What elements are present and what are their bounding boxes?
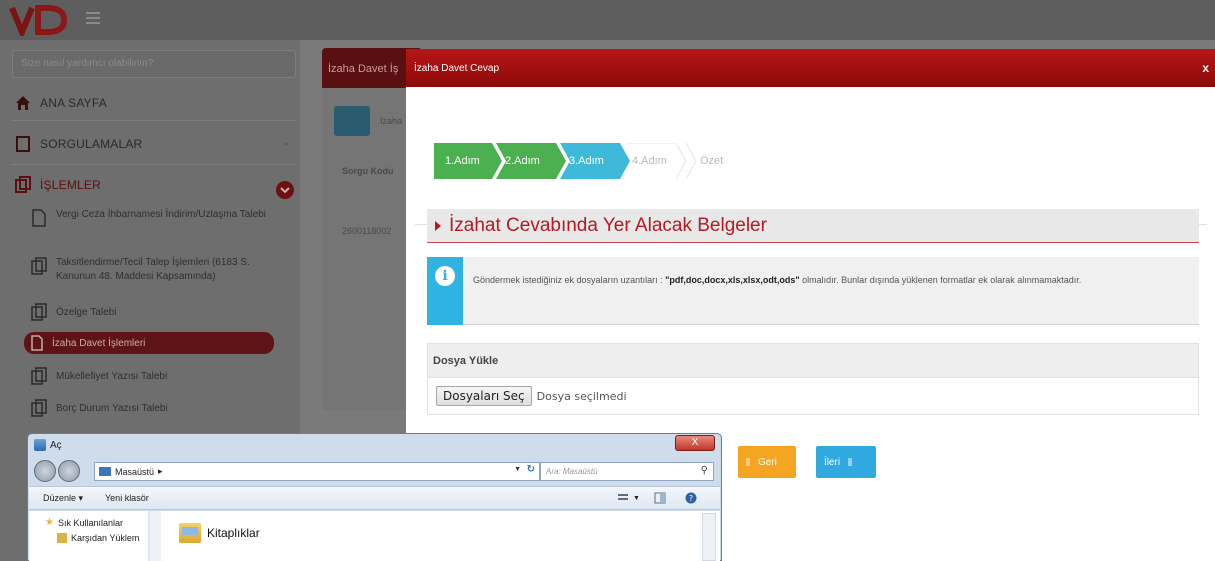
document-icon	[16, 136, 30, 152]
help-icon[interactable]: ?	[685, 492, 697, 504]
home-icon	[16, 96, 30, 110]
new-folder-button[interactable]: Yeni klasör	[105, 493, 149, 503]
menu-toggle-icon[interactable]	[86, 12, 100, 24]
dialog-body: ★ Sık Kullanılanlar Karşıdan Yüklem Kita…	[29, 511, 720, 561]
sidebar-search-input[interactable]: Size nasıl yardımcı olabilirim?	[12, 50, 296, 78]
sidebar-subitem-penalty[interactable]: Vergi Ceza İhbarnamesi İndirim/Uzlaşma T…	[30, 208, 280, 228]
upload-title: Dosya Yükle	[428, 344, 1198, 378]
close-icon[interactable]: x	[1202, 61, 1209, 75]
chevron-right-icon	[848, 458, 853, 466]
forward-arrow-icon[interactable]	[58, 460, 80, 482]
library-icon	[179, 523, 201, 543]
sidebar-item-operations[interactable]: İŞLEMLER	[14, 176, 294, 194]
sidebar-item-queries[interactable]: SORGULAMALAR	[14, 135, 294, 153]
back-button[interactable]: Geri	[738, 446, 796, 478]
dialog-close-button[interactable]: X	[675, 435, 715, 451]
documents-icon	[15, 176, 31, 193]
documents-icon	[31, 367, 47, 385]
back-arrow-icon[interactable]	[34, 460, 56, 482]
sidebar-subitem-label: Borç Durum Yazısı Talebi	[56, 403, 168, 414]
wizard-step-summary: Özet	[700, 155, 724, 167]
info-icon-bg: i	[427, 257, 463, 325]
preview-pane-icon[interactable]	[654, 492, 666, 504]
dropdown-icon[interactable]: ▼	[514, 466, 521, 473]
upload-panel: Dosya Yükle Dosyaları Seç Dosya seçilmed…	[427, 343, 1199, 415]
view-dropdown-icon[interactable]: ▼	[633, 495, 640, 502]
sidebar-subitem-label: Taksitlendirme/Tecil Talep İşlemleri (61…	[56, 257, 250, 282]
view-options-icon[interactable]	[617, 492, 629, 504]
app-icon	[34, 439, 46, 451]
address-text: Masaüstü	[115, 466, 155, 477]
sidebar-item-label: SORGULAMALAR	[40, 137, 143, 151]
file-input[interactable]: Dosyaları Seç Dosya seçilmedi	[428, 378, 1198, 414]
wizard-step-3[interactable]: 3.Adım	[569, 143, 604, 179]
content-scrollbar[interactable]	[702, 513, 716, 561]
address-bar[interactable]: Masaüstü ▸ ▼ ↻	[94, 462, 540, 481]
document-icon	[31, 335, 43, 351]
svg-text:?: ?	[689, 494, 693, 503]
sidebar-subitem-label: Özelge Talebi	[56, 307, 117, 318]
sidebar-item-label: ANA SAYFA	[40, 96, 107, 110]
info-alert: i Göndermek istediğiniz ek dosyaların uz…	[427, 257, 1199, 325]
collapse-chevron-icon[interactable]	[276, 181, 294, 199]
sidebar-subitem-explanation-active[interactable]: İzaha Davet İşlemleri	[24, 332, 274, 354]
column-header: Sorgu Kodu	[342, 166, 394, 176]
folder-icon	[99, 467, 111, 476]
next-button[interactable]: İleri	[816, 446, 876, 478]
wizard-steps: 1.Adım 2.Adım 3.Adım 4.Adım Özet	[415, 87, 1207, 225]
sidebar-subitem-label: Mükellefiyet Yazısı Talebi	[56, 371, 168, 382]
sidebar-subitem-label: Vergi Ceza İhbarnamesi İndirim/Uzlaşma T…	[56, 209, 266, 220]
vd-logo[interactable]	[8, 4, 68, 36]
dialog-title: Aç	[34, 439, 62, 451]
dialog-toolbar: Düzenle ▾ Yeni klasör ▼ ?	[29, 486, 720, 510]
navigation-pane: ★ Sık Kullanılanlar Karşıdan Yüklem	[29, 511, 149, 561]
section-title-text: İzahat Cevabında Yer Alacak Belgeler	[449, 214, 767, 236]
choose-files-button[interactable]: Dosyaları Seç	[436, 386, 532, 406]
sidebar-subitem-liability[interactable]: Mükellefiyet Yazısı Talebi	[30, 366, 280, 386]
back-button-label: Geri	[758, 456, 777, 468]
document-icon	[32, 209, 46, 227]
sidebar-item-home[interactable]: ANA SAYFA	[14, 94, 294, 112]
documents-icon	[31, 303, 47, 321]
top-bar	[0, 0, 1215, 40]
modal-title: İzaha Davet Cevap	[414, 63, 500, 74]
section-title: İzahat Cevabında Yer Alacak Belgeler	[427, 209, 1199, 243]
file-status: Dosya seçilmedi	[536, 389, 627, 403]
tree-item-favorites[interactable]: ★ Sık Kullanılanlar	[45, 517, 123, 528]
organize-menu[interactable]: Düzenle ▾	[43, 493, 83, 504]
modal-header: İzaha Davet Cevap x	[406, 49, 1215, 87]
info-icon	[334, 106, 370, 136]
search-icon: ⚲	[700, 465, 708, 476]
open-file-dialog: Aç X Masaüstü ▸ ▼ ↻ Ara: Masaüstü ⚲ Düze…	[27, 433, 722, 561]
alert-text: Göndermek istediğiniz ek dosyaların uzan…	[473, 275, 1082, 285]
documents-icon	[31, 257, 47, 275]
divider	[12, 164, 296, 165]
navigation-scrollbar[interactable]	[149, 511, 161, 561]
chevron-left-icon	[746, 458, 750, 466]
refresh-icon[interactable]: ↻	[527, 464, 535, 475]
info-icon: i	[435, 266, 455, 286]
caret-right-icon	[435, 220, 441, 231]
wizard-step-4: 4.Adım	[632, 155, 667, 167]
chevron-icon: ⌃	[282, 142, 291, 153]
wizard-step-1[interactable]: 1.Adım	[445, 143, 480, 179]
background-info-text: İzaha	[380, 116, 403, 126]
star-icon: ★	[45, 517, 54, 528]
sidebar-subitem-label: İzaha Davet İşlemleri	[52, 337, 146, 349]
download-folder-icon	[57, 533, 67, 543]
library-item[interactable]: Kitaplıklar	[179, 523, 260, 543]
wizard-step-2[interactable]: 2.Adım	[505, 143, 540, 179]
sidebar-subitem-installment[interactable]: Taksitlendirme/Tecil Talep İşlemleri (61…	[30, 256, 280, 284]
sidebar-subitem-debt-status[interactable]: Borç Durum Yazısı Talebi	[30, 398, 280, 418]
sidebar-subitem-ruling[interactable]: Özelge Talebi	[30, 302, 280, 322]
next-button-label: İleri	[824, 456, 841, 468]
divider	[12, 120, 296, 121]
tree-item-downloads[interactable]: Karşıdan Yüklem	[57, 533, 139, 543]
documents-icon	[31, 399, 47, 417]
address-arrow: ▸	[158, 466, 163, 476]
table-cell: 2600118002	[342, 226, 392, 236]
sidebar-item-label: İŞLEMLER	[40, 178, 101, 192]
dialog-search-input[interactable]: Ara: Masaüstü ⚲	[540, 462, 714, 481]
